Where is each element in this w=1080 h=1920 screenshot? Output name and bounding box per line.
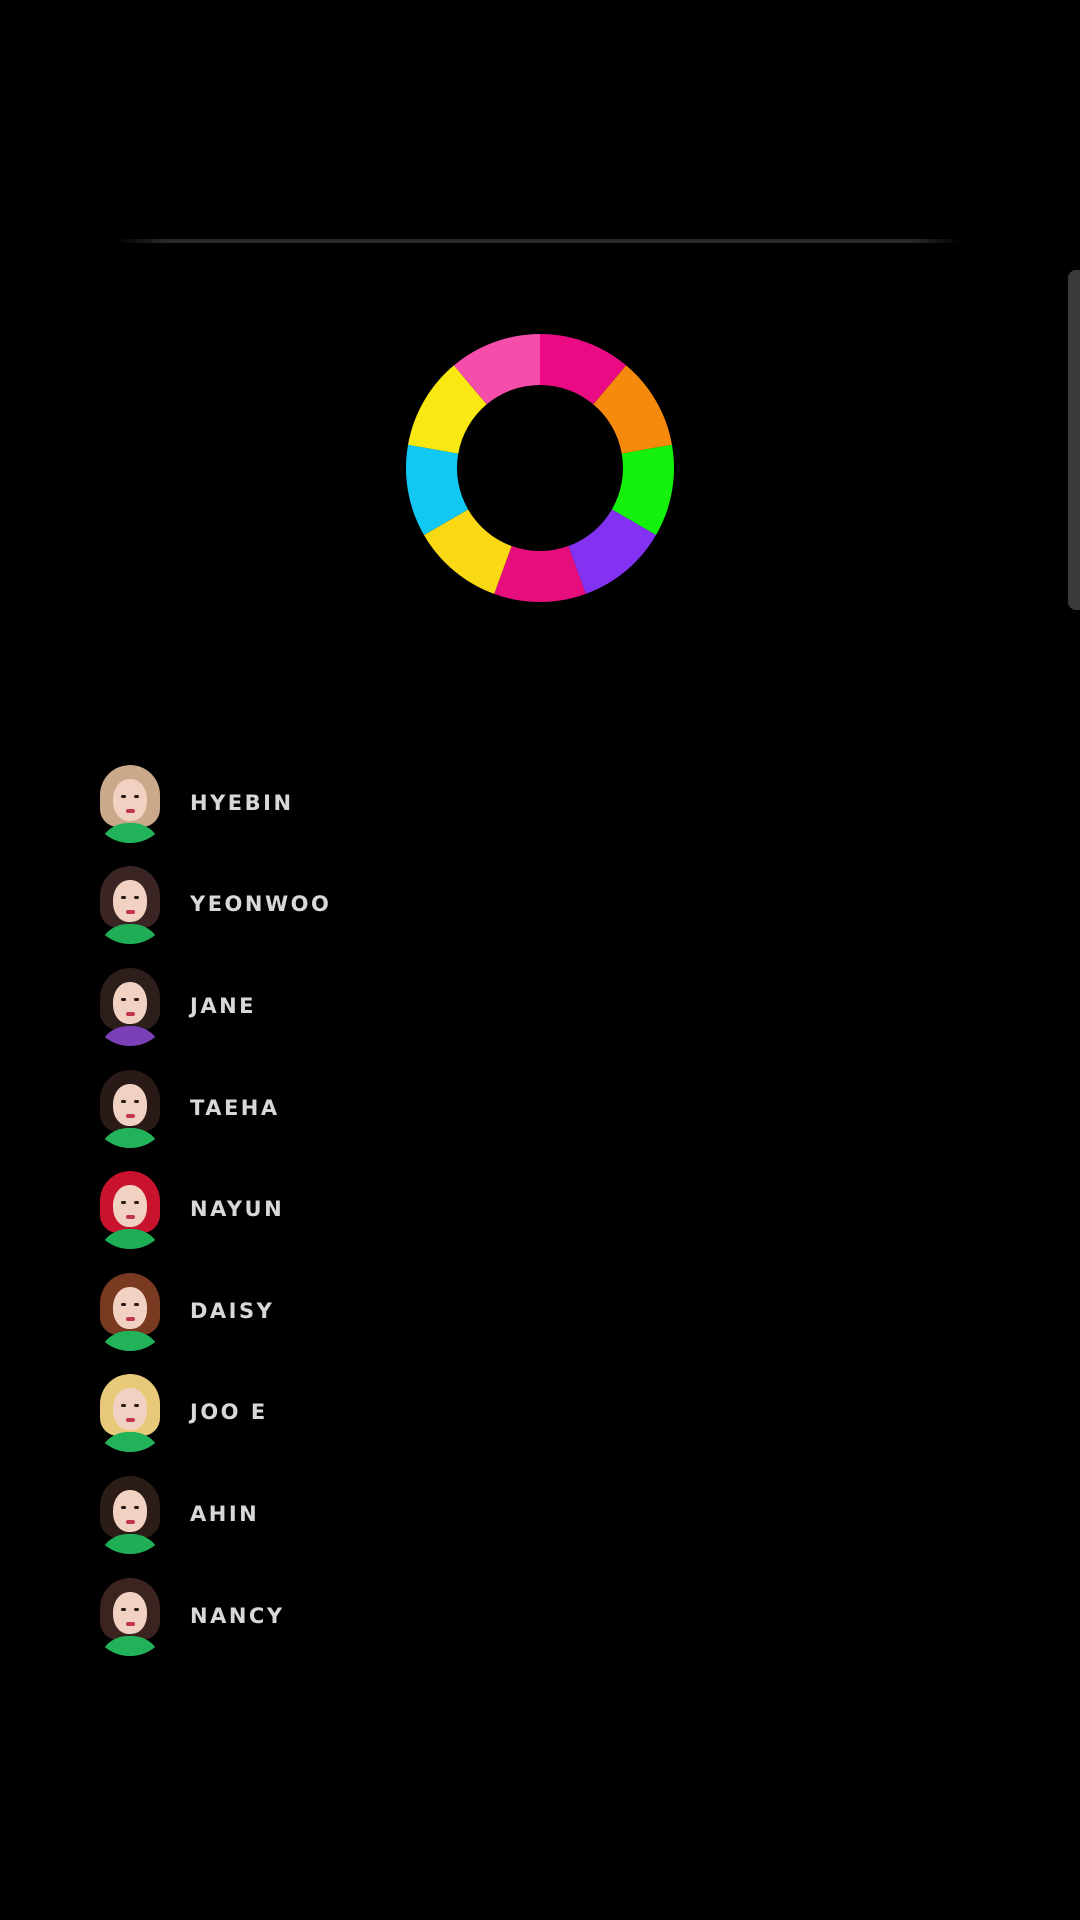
hyebin-avatar-icon xyxy=(90,763,170,843)
member-name: TAEHA xyxy=(190,1095,280,1120)
color-ring-logo xyxy=(404,332,676,604)
member-item-hyebin[interactable]: HYEBIN xyxy=(90,752,690,854)
daisy-avatar-icon xyxy=(90,1271,170,1351)
jane-avatar-icon xyxy=(90,966,170,1046)
jooe-avatar-icon xyxy=(90,1372,170,1453)
member-item-ahin[interactable]: AHIN xyxy=(90,1463,690,1565)
member-list: HYEBIN YEONWOO JANE TAEHA NAYUN DAISY JO… xyxy=(90,752,690,1666)
member-name: HYEBIN xyxy=(190,790,294,815)
member-item-nancy[interactable]: NANCY xyxy=(90,1565,690,1667)
taeha-avatar-icon xyxy=(90,1068,170,1148)
member-name: NANCY xyxy=(190,1603,285,1628)
member-name: NAYUN xyxy=(190,1197,285,1222)
scrollbar-handle[interactable] xyxy=(1068,270,1080,610)
member-name: JOO E xyxy=(190,1400,268,1425)
member-item-jooe[interactable]: JOO E xyxy=(90,1362,690,1464)
header-divider xyxy=(116,239,962,243)
ahin-avatar-icon xyxy=(90,1474,170,1554)
member-item-jane[interactable]: JANE xyxy=(90,955,690,1057)
yeonwoo-avatar-icon xyxy=(90,864,170,945)
color-ring-svg xyxy=(406,334,674,602)
member-name: AHIN xyxy=(190,1501,260,1526)
member-item-nayun[interactable]: NAYUN xyxy=(90,1158,690,1260)
nancy-avatar-icon xyxy=(90,1576,170,1656)
member-name: YEONWOO xyxy=(190,892,332,917)
member-item-taeha[interactable]: TAEHA xyxy=(90,1057,690,1159)
member-name: JANE xyxy=(190,993,256,1018)
member-item-daisy[interactable]: DAISY xyxy=(90,1260,690,1362)
app-screen: HYEBIN YEONWOO JANE TAEHA NAYUN DAISY JO… xyxy=(0,0,1080,1920)
member-item-yeonwoo[interactable]: YEONWOO xyxy=(90,854,690,956)
member-name: DAISY xyxy=(190,1298,275,1323)
nayun-avatar-icon xyxy=(90,1169,170,1250)
